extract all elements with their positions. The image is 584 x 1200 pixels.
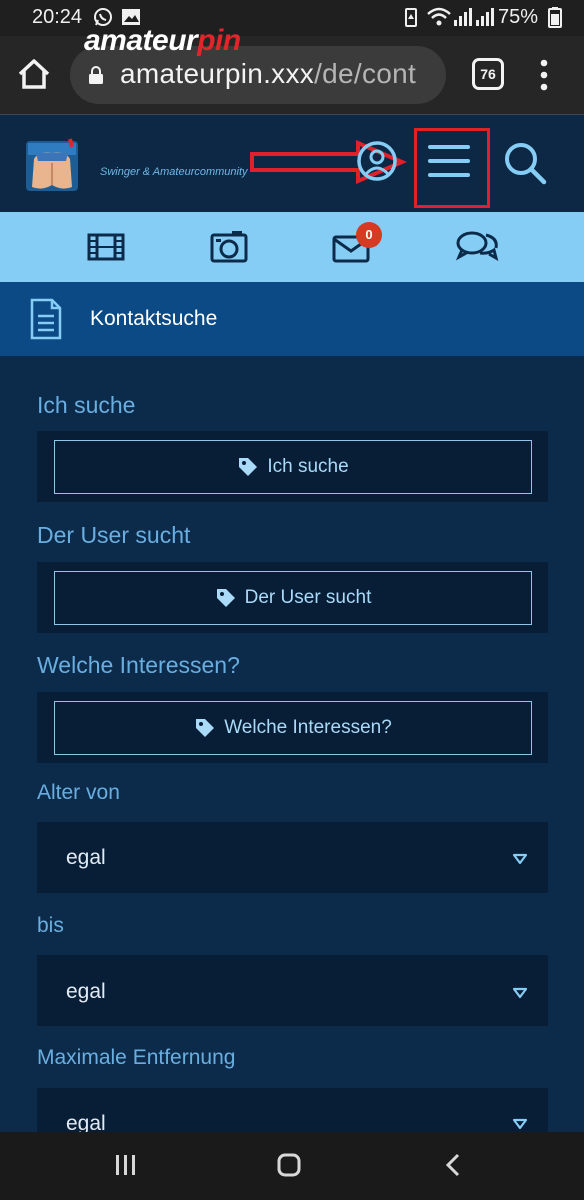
label-ich-suche: Ich suche <box>37 392 136 418</box>
hamburger-menu-icon[interactable] <box>426 143 472 179</box>
chat-icon[interactable] <box>454 226 500 268</box>
welche-interessen-button-label: Welche Interessen? <box>224 717 392 738</box>
logo-title-part-a: amateur <box>84 24 198 57</box>
signal-icon <box>454 8 494 26</box>
back-icon[interactable] <box>444 1152 462 1178</box>
ich-suche-button-label: Ich suche <box>267 456 349 477</box>
nav-strip <box>0 212 584 282</box>
welche-interessen-button[interactable]: Welche Interessen? <box>54 701 532 755</box>
select-alter-von-value: egal <box>66 846 106 869</box>
caret-down-icon <box>512 987 528 999</box>
status-time: 20:24 <box>32 6 83 28</box>
screen: 20:24 75% amateurpin.xxx/de/cont 76 amat… <box>0 0 584 1200</box>
system-navigation-bar <box>0 1132 584 1200</box>
system-home-icon[interactable] <box>276 1152 302 1178</box>
recent-apps-icon[interactable] <box>114 1154 138 1176</box>
search-icon[interactable] <box>502 140 548 186</box>
label-bis: bis <box>37 914 64 937</box>
tab-switcher-button[interactable]: 76 <box>472 58 504 90</box>
lock-icon <box>89 66 103 84</box>
label-welche-interessen: Welche Interessen? <box>37 652 240 678</box>
section-title: Kontaktsuche <box>90 307 218 330</box>
ich-suche-button[interactable]: Ich suche <box>54 440 532 494</box>
logo-subtitle: Swinger & Amateurcommunity <box>100 166 248 178</box>
video-icon[interactable] <box>86 226 126 268</box>
tag-icon <box>196 719 215 737</box>
logo-image[interactable] <box>24 137 82 193</box>
url-text[interactable]: amateurpin.xxx/de/cont <box>120 58 416 90</box>
battery-icon <box>548 7 562 28</box>
document-icon <box>30 298 62 340</box>
select-alter-von[interactable] <box>37 822 548 893</box>
user-account-icon[interactable] <box>356 140 398 182</box>
home-icon[interactable] <box>16 56 52 92</box>
mail-unread-badge: 0 <box>356 222 382 248</box>
caret-down-icon <box>512 1118 528 1130</box>
camera-icon[interactable] <box>208 226 250 268</box>
logo-title[interactable]: amateurpin <box>84 24 241 58</box>
battery-saver-icon <box>405 8 417 27</box>
more-options-icon[interactable] <box>534 58 554 92</box>
url-path: /de/cont <box>314 58 417 89</box>
battery-percentage: 75% <box>498 6 539 28</box>
label-der-user-sucht: Der User sucht <box>37 522 191 548</box>
der-user-sucht-button-label: Der User sucht <box>244 587 372 608</box>
caret-down-icon <box>512 853 528 865</box>
der-user-sucht-button[interactable]: Der User sucht <box>54 571 532 625</box>
logo-title-part-b: pin <box>197 24 241 57</box>
url-host: amateurpin.xxx <box>120 58 315 89</box>
section-header: Kontaktsuche <box>0 282 584 356</box>
wifi-icon <box>427 7 451 26</box>
label-maximale-entfernung: Maximale Entfernung <box>37 1046 236 1069</box>
select-bis[interactable] <box>37 955 548 1026</box>
label-alter-von: Alter von <box>37 781 120 804</box>
tag-icon <box>239 458 258 476</box>
select-maximale-entfernung[interactable] <box>37 1088 548 1132</box>
tag-icon <box>216 589 235 607</box>
select-bis-value: egal <box>66 980 106 1003</box>
